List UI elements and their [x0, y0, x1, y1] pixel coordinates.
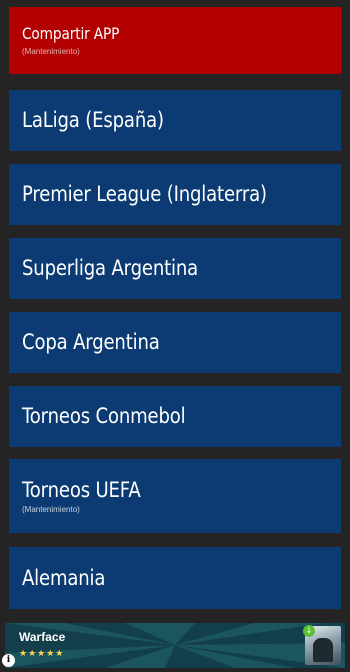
menu-item-compartir-app[interactable]: Compartir APP (Mantenimiento) — [9, 7, 341, 74]
menu-item-superliga-argentina[interactable]: Superliga Argentina — [9, 238, 341, 299]
menu-item-label: Compartir APP — [22, 24, 120, 44]
menu-item-label: Premier League (Inglaterra) — [22, 182, 267, 207]
menu-item-torneos-uefa[interactable]: Torneos UEFA (Mantenimiento) — [9, 459, 341, 533]
menu-item-label: Copa Argentina — [22, 330, 160, 355]
menu-item-copa-argentina[interactable]: Copa Argentina — [9, 312, 341, 373]
menu-item-premier-league[interactable]: Premier League (Inglaterra) — [9, 164, 341, 225]
download-icon[interactable]: ↓ — [303, 625, 315, 637]
menu-item-alemania[interactable]: Alemania — [9, 547, 341, 609]
soldier-figure-icon — [313, 638, 333, 662]
ad-title: Warface — [19, 630, 66, 644]
menu-item-label: Superliga Argentina — [22, 256, 199, 281]
menu-item-laliga[interactable]: LaLiga (España) — [9, 90, 341, 151]
rating-stars-icon: ★★★★★ — [19, 649, 65, 659]
menu-item-label: Torneos Conmebol — [22, 404, 186, 429]
menu-item-label: Torneos UEFA — [22, 477, 141, 502]
menu-item-label: LaLiga (España) — [22, 108, 164, 133]
menu-item-label: Alemania — [22, 565, 106, 590]
ad-banner[interactable]: Warface ★★★★★ ↓ — [5, 623, 345, 668]
info-icon[interactable]: i — [2, 654, 15, 667]
menu-item-subtitle: (Mantenimiento) — [22, 505, 80, 515]
menu-item-torneos-conmebol[interactable]: Torneos Conmebol — [9, 386, 341, 447]
menu-item-subtitle: (Mantenimiento) — [22, 46, 80, 56]
